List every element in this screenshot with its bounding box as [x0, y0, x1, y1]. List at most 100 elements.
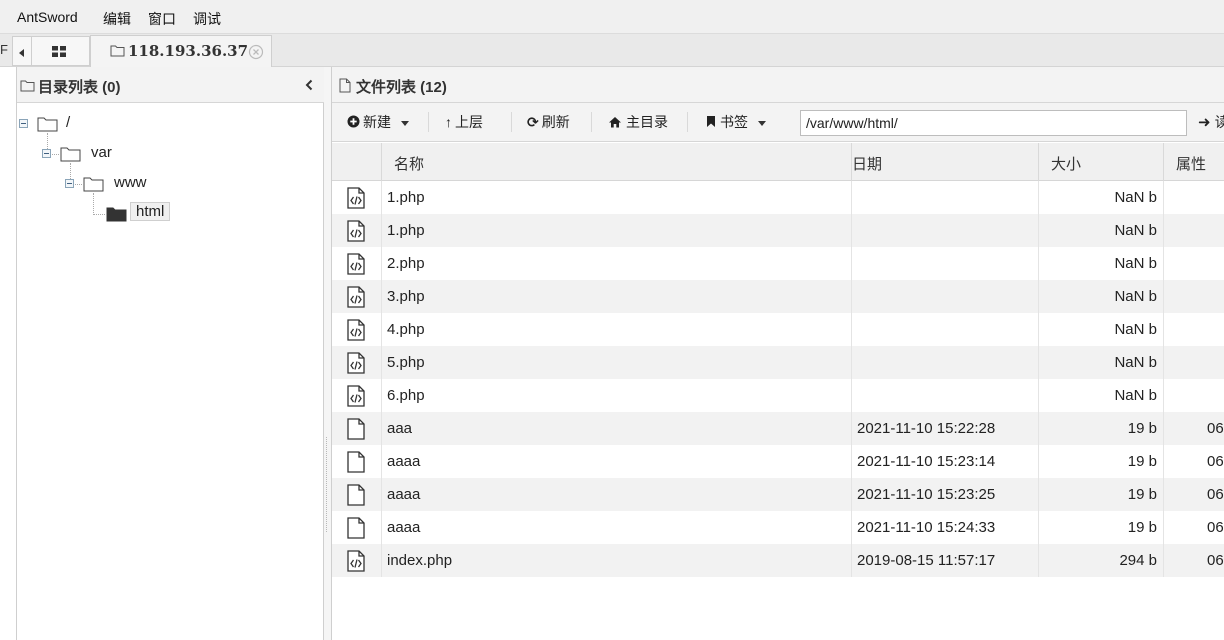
chevron-down-icon — [401, 120, 409, 126]
splitter-grip[interactable] — [326, 437, 328, 532]
file-row[interactable]: 3.php NaN b — [332, 280, 1224, 313]
column-header-name[interactable]: 名称 — [382, 143, 852, 181]
file-row-icon-cell — [332, 181, 382, 214]
tab-bar: F 118.193.36.37 — [0, 33, 1224, 67]
tab-scroll-left-button[interactable] — [12, 36, 32, 66]
up-button[interactable]: ↑ 上层 — [445, 112, 483, 134]
column-header-attr[interactable]: 属性 — [1164, 143, 1224, 181]
file-attr: 06 — [1207, 486, 1224, 503]
php-file-icon — [347, 550, 365, 572]
tree-node-var[interactable]: var — [17, 143, 317, 165]
tree-node-root[interactable]: / — [17, 113, 317, 135]
column-header-icon — [332, 143, 382, 181]
file-date — [852, 313, 1039, 346]
tab-title: 118.193.36.37 — [128, 42, 249, 60]
file-row[interactable]: 4.php NaN b — [332, 313, 1224, 346]
tab-active-connection[interactable]: 118.193.36.37 — [90, 35, 272, 67]
close-icon[interactable] — [248, 44, 264, 60]
file-attr — [1164, 379, 1224, 412]
file-row[interactable]: aaa 2021-11-10 15:22:28 19 b 06 — [332, 412, 1224, 445]
file-row-icon-cell — [332, 247, 382, 280]
file-icon — [347, 484, 365, 506]
refresh-button[interactable]: ⟳ 刷新 — [527, 112, 570, 134]
tree-node-label: var — [91, 144, 112, 161]
bookmark-button-label: 书签 — [720, 114, 748, 130]
file-row[interactable]: 2.php NaN b — [332, 247, 1224, 280]
file-date — [852, 346, 1039, 379]
file-row-icon-cell — [332, 445, 382, 478]
menu-window[interactable]: 窗口 — [148, 9, 176, 29]
file-row-icon-cell — [332, 313, 382, 346]
new-button[interactable]: 新建 — [347, 112, 409, 134]
file-row[interactable]: 1.php NaN b — [332, 214, 1224, 247]
file-size: NaN b — [1039, 280, 1164, 313]
file-row[interactable]: aaaa 2021-11-10 15:23:25 19 b 06 — [332, 478, 1224, 511]
column-header-size[interactable]: 大小 — [1039, 143, 1164, 181]
tree-node-html[interactable]: html — [17, 202, 317, 225]
file-name: 5.php — [382, 346, 852, 379]
file-attr: 06 — [1207, 420, 1224, 437]
bookmark-button[interactable]: 书签 — [706, 112, 766, 134]
folder-icon — [20, 80, 35, 92]
file-row-icon-cell — [332, 544, 382, 577]
php-file-icon — [347, 352, 365, 374]
file-row-icon-cell — [332, 412, 382, 445]
refresh-button-label: 刷新 — [541, 114, 570, 130]
file-row[interactable]: 6.php NaN b — [332, 379, 1224, 412]
grid-icon — [52, 46, 66, 57]
file-row[interactable]: aaaa 2021-11-10 15:23:14 19 b 06 — [332, 445, 1224, 478]
file-size: 19 b — [1039, 478, 1164, 511]
file-attr: 06 — [1207, 519, 1224, 536]
path-input[interactable] — [800, 110, 1187, 136]
file-attr — [1164, 247, 1224, 280]
file-date — [852, 181, 1039, 214]
menu-debug[interactable]: 调试 — [193, 9, 221, 29]
file-row[interactable]: 1.php NaN b — [332, 181, 1224, 214]
file-row-icon-cell — [332, 379, 382, 412]
bookmark-icon — [707, 116, 715, 127]
file-size: NaN b — [1039, 379, 1164, 412]
php-file-icon — [347, 319, 365, 341]
tab-left-edge-text: F — [0, 42, 8, 57]
home-button-label: 主目录 — [626, 114, 668, 130]
collapse-icon[interactable] — [19, 119, 28, 128]
file-toolbar: 新建 ↑上层 ⟳刷新 主目录 书签 ➜ 读 — [332, 103, 1224, 142]
folder-icon — [110, 45, 125, 57]
file-icon — [339, 78, 351, 93]
read-path-button[interactable]: ➜ 读 — [1198, 112, 1224, 132]
file-panel-header: 文件列表 (12) — [332, 67, 1224, 103]
file-attr: 06 — [1207, 453, 1224, 470]
collapse-icon[interactable] — [65, 179, 74, 188]
file-name: aaaa — [382, 511, 852, 544]
chevron-left-icon[interactable] — [304, 79, 314, 91]
arrow-up-icon: ↑ — [445, 114, 452, 130]
directory-panel-header: 目录列表 (0) — [17, 67, 324, 103]
file-panel: 文件列表 (12) 新建 ↑ 上层 ⟳ 刷新 主目录 书签 /var/www/h… — [331, 67, 1224, 640]
home-button[interactable]: 主目录 — [608, 112, 668, 134]
file-name: 6.php — [382, 379, 852, 412]
file-name: 2.php — [382, 247, 852, 280]
new-button-label: 新建 — [363, 114, 391, 130]
file-name: index.php — [382, 544, 852, 577]
column-header-date[interactable]: 日期 — [852, 143, 1039, 181]
folder-icon — [83, 177, 104, 192]
file-icon — [347, 451, 365, 473]
file-grid-header: 名称 日期 大小 属性 — [332, 143, 1224, 181]
menu-edit[interactable]: 编辑 — [103, 9, 131, 29]
file-icon — [347, 418, 365, 440]
menu-antsword[interactable]: AntSword — [17, 9, 78, 25]
tree-node-label-selected: html — [130, 202, 171, 221]
tree-node-www[interactable]: www — [17, 173, 317, 195]
php-file-icon — [347, 220, 365, 242]
file-row-icon-cell — [332, 214, 382, 247]
file-row[interactable]: index.php 2019-08-15 11:57:17 294 b 06 — [332, 544, 1224, 577]
file-date — [852, 280, 1039, 313]
file-row[interactable]: 5.php NaN b — [332, 346, 1224, 379]
tree-node-label: www — [114, 174, 147, 191]
file-row[interactable]: aaaa 2021-11-10 15:24:33 19 b 06 — [332, 511, 1224, 544]
chevron-down-icon — [758, 120, 766, 126]
collapse-icon[interactable] — [42, 149, 51, 158]
tab-home[interactable] — [32, 36, 90, 66]
php-file-icon — [347, 286, 365, 308]
file-icon — [347, 517, 365, 539]
